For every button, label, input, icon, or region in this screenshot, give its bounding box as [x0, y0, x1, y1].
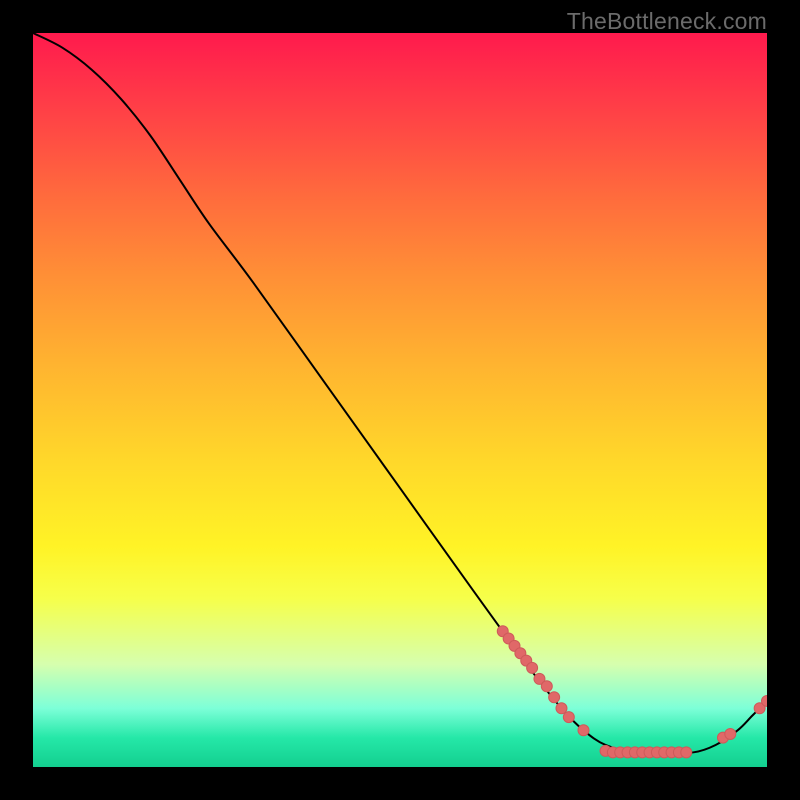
gradient-plot-area: [33, 33, 767, 767]
chart-stage: TheBottleneck.com: [0, 0, 800, 800]
branding-label: TheBottleneck.com: [567, 8, 767, 35]
